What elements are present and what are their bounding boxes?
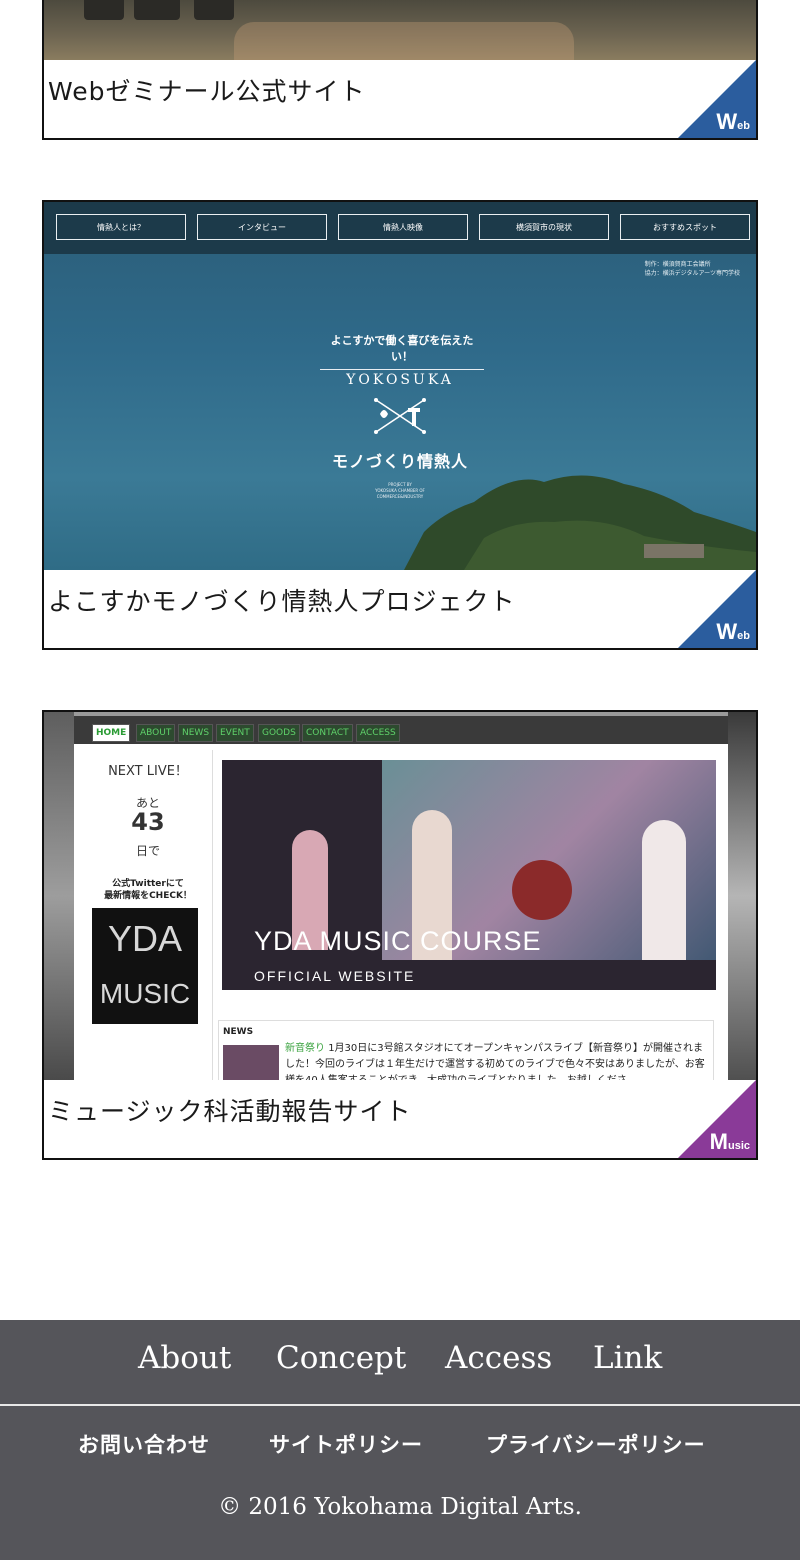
hero-subtitle: OFFICIAL WEBSITE bbox=[254, 968, 416, 984]
category-badge-music: Music bbox=[678, 1080, 756, 1158]
preview-nav-item: ACCESS bbox=[356, 724, 400, 742]
footer-link-site-policy[interactable]: サイトポリシー bbox=[269, 1429, 423, 1459]
preview-news: NEWS 新音祭り 1月30日に3号館スタジオにてオープンキャンパスライブ【新音… bbox=[218, 1020, 714, 1080]
preview-site: HOME ABOUT NEWS EVENT GOODS CONTACT ACCE… bbox=[74, 716, 728, 1080]
footer-link-contact[interactable]: お問い合わせ bbox=[78, 1429, 210, 1459]
preview-hero-image: YDA MUSIC COURSE OFFICIAL WEBSITE bbox=[222, 760, 716, 990]
preview-nav-item: EVENT bbox=[216, 724, 254, 742]
preview-nav-item: 情熱人映像 bbox=[338, 214, 468, 240]
work-card-web-seminar[interactable]: Webゼミナール公式サイト Web bbox=[42, 0, 758, 140]
work-card-yokosuka[interactable]: 情熱人とは？ インタビュー 情熱人映像 横須賀市の現状 おすすめスポット 制作：… bbox=[42, 200, 758, 650]
next-live-label: NEXT LIVE！ bbox=[108, 764, 188, 779]
hero-title: YDA MUSIC COURSE bbox=[254, 926, 542, 956]
footer-link-access[interactable]: Access bbox=[445, 1340, 552, 1376]
work-title: よこすかモノづくり情熱人プロジェクト bbox=[48, 587, 516, 616]
island-image bbox=[404, 475, 756, 570]
preview-nav-item: NEWS bbox=[178, 724, 214, 742]
preview-nav: 情熱人とは？ インタビュー 情熱人映像 横須賀市の現状 おすすめスポット bbox=[44, 202, 756, 254]
preview-tagline: よこすかで働く喜びを伝えたい！ bbox=[320, 332, 484, 370]
work-title: ミュージック科活動報告サイト bbox=[48, 1097, 412, 1126]
work-card-music[interactable]: HOME ABOUT NEWS EVENT GOODS CONTACT ACCE… bbox=[42, 710, 758, 1160]
work-thumbnail: HOME ABOUT NEWS EVENT GOODS CONTACT ACCE… bbox=[44, 712, 756, 1080]
footer-link-concept[interactable]: Concept bbox=[276, 1340, 406, 1376]
category-badge-web: Web bbox=[678, 60, 756, 138]
crossed-tools-icon bbox=[374, 398, 426, 434]
footer-divider bbox=[0, 1404, 800, 1406]
work-thumbnail: 情熱人とは？ インタビュー 情熱人映像 横須賀市の現状 おすすめスポット 制作：… bbox=[44, 202, 756, 570]
preview-nav-item: GOODS bbox=[258, 724, 300, 742]
preview-nav-item: 情熱人とは？ bbox=[56, 214, 186, 240]
footer-link-privacy-policy[interactable]: プライバシーポリシー bbox=[486, 1429, 706, 1459]
yda-music-logo: YDA MUSIC bbox=[92, 908, 198, 1024]
preview-sidebar: NEXT LIVE！ あと 43 日で 公式Twitterにて 最新情報をCHE… bbox=[84, 750, 213, 1080]
countdown-days: 43 bbox=[131, 808, 165, 836]
work-thumbnail bbox=[44, 0, 756, 60]
preview-nav-item: おすすめスポット bbox=[620, 214, 750, 240]
copyright: © 2016 Yokohama Digital Arts. bbox=[218, 1494, 582, 1520]
preview-nav-item: 横須賀市の現状 bbox=[479, 214, 609, 240]
category-badge-web: Web bbox=[678, 570, 756, 648]
news-thumbnail bbox=[223, 1045, 279, 1080]
news-heading: NEWS bbox=[223, 1027, 254, 1037]
preview-nav-item: HOME bbox=[92, 724, 131, 742]
work-title: Webゼミナール公式サイト bbox=[48, 77, 366, 106]
preview-nav-item: ABOUT bbox=[136, 724, 176, 742]
news-text: 新音祭り 1月30日に3号館スタジオにてオープンキャンパスライブ【新音祭り】が開… bbox=[285, 1043, 705, 1080]
preview-nav-item: CONTACT bbox=[302, 724, 353, 742]
footer-link-about[interactable]: About bbox=[138, 1340, 231, 1376]
twitter-notice: 公式Twitterにて 最新情報をCHECK！ bbox=[104, 879, 192, 901]
preview-credit: 制作：横須賀商工会議所 協力：横浜デジタルアーツ専門学校 bbox=[644, 261, 740, 277]
footer-nav: About Concept Access Link bbox=[0, 1320, 800, 1404]
preview-nav-item: インタビュー bbox=[197, 214, 327, 240]
preview-nav: HOME ABOUT NEWS EVENT GOODS CONTACT ACCE… bbox=[74, 716, 728, 744]
countdown-suffix: 日で bbox=[135, 844, 160, 858]
site-footer: About Concept Access Link お問い合わせ サイトポリシー… bbox=[0, 1320, 800, 1560]
footer-link-link[interactable]: Link bbox=[593, 1340, 662, 1376]
preview-logo-top: YOKOSUKA bbox=[346, 372, 454, 388]
